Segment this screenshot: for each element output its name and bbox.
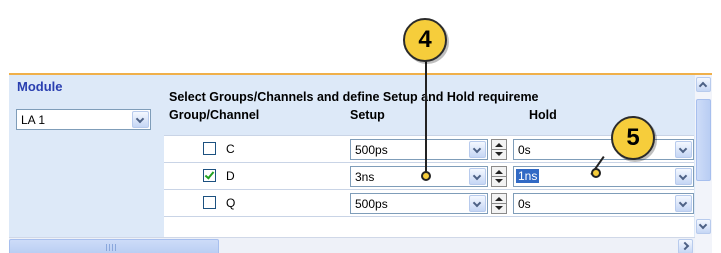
module-label: Module	[17, 79, 63, 94]
setup-value: 3ns	[355, 170, 375, 184]
setup-value: 500ps	[355, 143, 388, 157]
horizontal-scroll-thumb[interactable]	[9, 239, 219, 253]
channel-checkbox-q[interactable]	[203, 196, 216, 209]
instructions-text: Select Groups/Channels and define Setup …	[169, 90, 539, 104]
vertical-scrollbar[interactable]	[695, 75, 712, 253]
setup-value: 500ps	[355, 197, 388, 211]
spin-down-icon[interactable]	[495, 179, 503, 183]
callout-4-leader	[425, 60, 427, 176]
hold-dropdown-d[interactable]: 1ns	[513, 166, 694, 187]
column-header-group-channel: Group/Channel	[169, 108, 260, 122]
callout-5: 5	[611, 116, 655, 160]
hold-value: 0s	[518, 143, 531, 157]
checkmark-icon	[204, 169, 215, 180]
column-header-hold: Hold	[529, 108, 557, 122]
module-dropdown[interactable]: LA 1	[16, 109, 151, 130]
chevron-down-icon[interactable]	[132, 111, 149, 128]
channel-checkbox-d[interactable]	[203, 169, 216, 182]
spin-up-icon[interactable]	[495, 170, 503, 174]
chevron-down-icon[interactable]	[469, 141, 486, 158]
setup-dropdown-d[interactable]: 3ns	[350, 166, 488, 187]
setup-hold-panel: Module LA 1 Select Groups/Channels and d…	[9, 73, 712, 253]
vertical-scroll-thumb[interactable]	[696, 99, 711, 181]
spinner-buttons[interactable]	[491, 139, 507, 160]
grip-icon	[106, 244, 116, 251]
spin-down-icon[interactable]	[495, 206, 503, 210]
channel-label: Q	[226, 196, 236, 210]
chevron-down-icon[interactable]	[675, 168, 692, 185]
chevron-down-icon[interactable]	[675, 195, 692, 212]
setup-dropdown-q[interactable]: 500ps	[350, 193, 488, 214]
spinner-buttons[interactable]	[491, 193, 507, 214]
horizontal-scrollbar[interactable]	[9, 237, 695, 253]
channel-label: C	[226, 142, 235, 156]
scroll-down-button[interactable]	[696, 219, 711, 234]
chevron-down-icon	[698, 220, 708, 230]
chevron-right-icon	[680, 241, 690, 251]
channel-label: D	[226, 169, 235, 183]
spinner-buttons[interactable]	[491, 166, 507, 187]
chevron-down-icon[interactable]	[675, 141, 692, 158]
scroll-right-button[interactable]	[678, 239, 693, 253]
spin-down-icon[interactable]	[495, 152, 503, 156]
chevron-up-icon	[698, 81, 708, 91]
column-header-setup: Setup	[350, 108, 385, 122]
chevron-down-icon[interactable]	[469, 195, 486, 212]
hold-dropdown-q[interactable]: 0s	[513, 193, 694, 214]
chevron-down-icon[interactable]	[469, 168, 486, 185]
callout-4-pointer	[421, 171, 431, 181]
callout-4: 4	[403, 18, 447, 62]
spin-up-icon[interactable]	[495, 143, 503, 147]
hold-value: 1ns	[516, 169, 540, 183]
channel-checkbox-c[interactable]	[203, 142, 216, 155]
module-value: LA 1	[21, 113, 46, 127]
setup-dropdown-c[interactable]: 500ps	[350, 139, 488, 160]
callout-5-pointer	[591, 168, 601, 178]
spin-up-icon[interactable]	[495, 197, 503, 201]
channel-row-q: Q 500ps 0s	[164, 189, 694, 216]
hold-value: 0s	[518, 197, 531, 211]
scroll-up-button[interactable]	[696, 77, 711, 92]
